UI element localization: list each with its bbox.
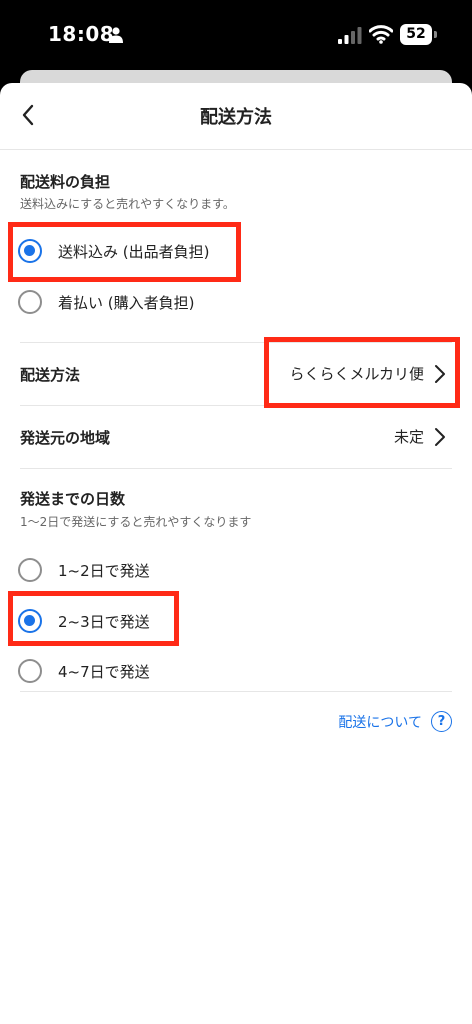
chevron-right-icon xyxy=(435,365,445,383)
radio-cash-on-delivery[interactable]: 着払い (購入者負担) xyxy=(18,284,194,320)
days-to-ship-title: 発送までの日数 xyxy=(20,490,126,508)
radio-label: 1~2日で発送 xyxy=(58,561,150,580)
shipping-settings-sheet: 配送方法 配送料の負担 送料込みにすると売れやすくなります。 送料込み (出品者… xyxy=(0,83,472,1024)
shipping-method-label: 配送方法 xyxy=(20,366,81,384)
radio-ship-4-7-days[interactable]: 4~7日で発送 xyxy=(18,653,150,689)
origin-region-label: 発送元の地域 xyxy=(20,429,111,447)
cellular-signal-icon xyxy=(338,27,362,44)
origin-region-value: 未定 xyxy=(393,428,424,446)
radio-label: 2~3日で発送 xyxy=(58,612,150,631)
about-shipping-link-text: 配送について xyxy=(338,714,422,731)
radio-unselected-icon xyxy=(18,290,42,314)
about-shipping-link[interactable]: 配送について ? xyxy=(338,711,452,732)
question-circle-icon: ? xyxy=(431,711,452,732)
shipping-method-value: らくらくメルカリ便 xyxy=(289,365,424,383)
shipping-method-row[interactable]: 配送方法 らくらくメルカリ便 xyxy=(0,343,472,405)
page-title: 配送方法 xyxy=(200,107,272,128)
chevron-right-icon xyxy=(435,428,445,446)
radio-label: 送料込み (出品者負担) xyxy=(58,242,210,261)
radio-unselected-icon xyxy=(18,659,42,683)
origin-region-row[interactable]: 発送元の地域 未定 xyxy=(0,406,472,468)
person-icon xyxy=(109,27,123,43)
radio-ship-1-2-days[interactable]: 1~2日で発送 xyxy=(18,552,150,588)
battery-cap xyxy=(434,31,437,38)
days-to-ship-hint: 1〜2日で発送にすると売れやすくなります xyxy=(20,515,252,529)
radio-label: 4~7日で発送 xyxy=(58,662,150,681)
divider xyxy=(20,691,452,692)
status-bar: 18:08 52 xyxy=(0,0,472,64)
radio-selected-icon xyxy=(18,609,42,633)
divider xyxy=(20,468,452,469)
radio-unselected-icon xyxy=(18,558,42,582)
radio-shipping-included[interactable]: 送料込み (出品者負担) xyxy=(18,233,209,269)
radio-selected-icon xyxy=(18,239,42,263)
nav-header: 配送方法 xyxy=(0,83,472,150)
radio-label: 着払い (購入者負担) xyxy=(58,293,195,312)
shipping-fee-hint: 送料込みにすると売れやすくなります。 xyxy=(20,197,235,211)
battery-indicator: 52 xyxy=(400,24,432,45)
status-time: 18:08 xyxy=(48,22,115,46)
shipping-fee-title: 配送料の負担 xyxy=(20,173,111,191)
radio-ship-2-3-days[interactable]: 2~3日で発送 xyxy=(18,603,150,639)
wifi-icon xyxy=(369,25,393,44)
